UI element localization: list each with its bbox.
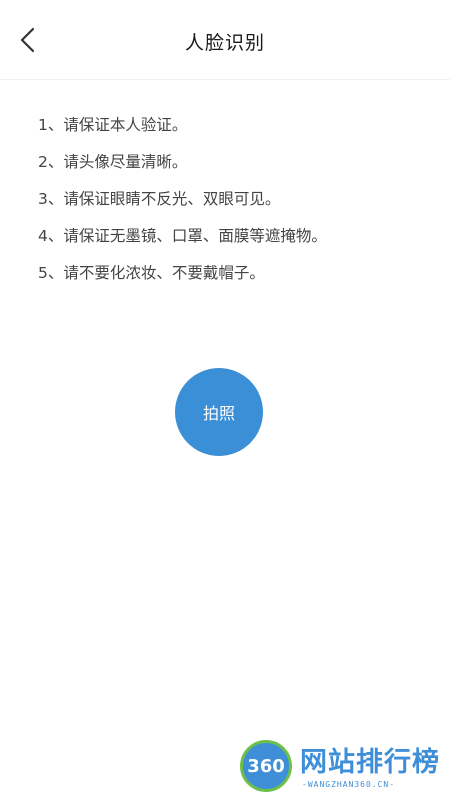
watermark-badge: 360 [240,740,292,792]
face-recognition-screen: 人脸识别 1、请保证本人验证。 2、请头像尽量清晰。 3、请保证眼睛不反光、双眼… [0,0,450,800]
instruction-item: 2、请头像尽量清晰。 [38,153,188,171]
instruction-list: 1、请保证本人验证。 2、请头像尽量清晰。 3、请保证眼睛不反光、双眼可见。 4… [38,110,428,295]
page-title: 人脸识别 [184,32,265,54]
watermark-subtext: -WANGZHAN360.CN- [302,780,396,789]
instruction-item: 3、请保证眼睛不反光、双眼可见。 [38,190,281,208]
header-bar: 人脸识别 [0,0,450,80]
watermark-text: 网站排行榜 [300,747,440,778]
instruction-item: 4、请保证无墨镜、口罩、面膜等遮掩物。 [38,227,327,245]
instruction-item: 1、请保证本人验证。 [38,116,188,134]
take-photo-button[interactable]: 拍照 [175,368,263,456]
instruction-item: 5、请不要化浓妆、不要戴帽子。 [38,264,265,282]
watermark-logo: 360 网站排行榜 -WANGZHAN360.CN- [236,738,448,798]
